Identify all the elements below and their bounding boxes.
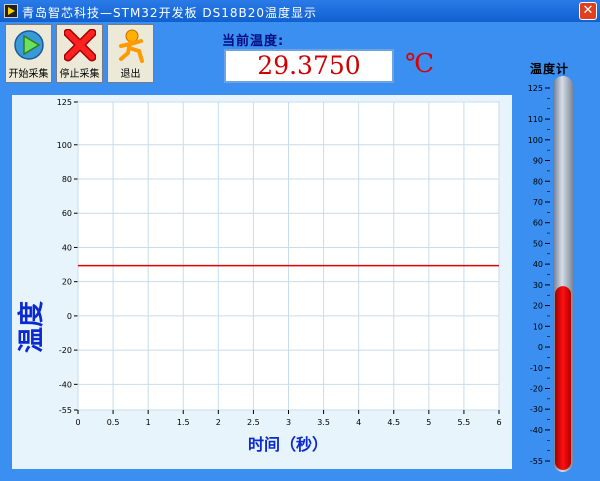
therm-tick-label: 30	[533, 281, 543, 290]
therm-tick-label: 90	[533, 157, 543, 166]
play-icon	[14, 30, 44, 60]
therm-tick-label: -10	[530, 364, 543, 373]
thermometer: 1251101009080706050403020100-10-20-30-40…	[528, 76, 573, 472]
therm-tick-label: -40	[530, 426, 543, 435]
therm-tick-label: 70	[533, 198, 543, 207]
main-window: 青岛智芯科技—STM32开发板 DS18B20温度显示 ✕ 开始采集 停止采集 …	[0, 0, 600, 481]
window-title: 青岛智芯科技—STM32开发板 DS18B20温度显示	[22, 6, 318, 20]
temp-unit: ℃	[405, 49, 435, 79]
y-tick-label: 40	[62, 243, 72, 252]
running-person-icon	[119, 29, 144, 63]
y-tick-label: 60	[62, 209, 72, 218]
exit-label: 退出	[120, 69, 141, 80]
temperature-chart: 温度 时间（秒） 125100806040200-20-40-550 0.5 1 1.…	[16, 98, 502, 454]
therm-tick-label: 10	[533, 322, 543, 331]
y-tick-label: -55	[59, 406, 72, 415]
therm-tick-label: 40	[533, 260, 543, 269]
therm-tick-label: 20	[533, 302, 543, 311]
chart-panel: 温度 时间（秒） 125 100 80 60 40 20 0 -20 -40 -55 0 0.5 1 1.…	[12, 95, 512, 469]
therm-tick-label: -20	[530, 384, 543, 393]
therm-tick-label: 125	[528, 84, 543, 93]
stop-button[interactable]: 停止采集	[56, 24, 103, 83]
thermometer-fill	[555, 286, 571, 470]
stop-label: 停止采集	[59, 69, 100, 80]
therm-tick-label: 60	[533, 219, 543, 228]
x-tick-label: 2.5	[247, 418, 260, 427]
y-axis-label: 温度	[16, 301, 47, 353]
start-label: 开始采集	[8, 69, 49, 80]
x-tick-label: 1.5	[177, 418, 190, 427]
current-temp-value: 29.3750	[224, 49, 394, 83]
therm-tick-label: -55	[530, 457, 543, 466]
start-button[interactable]: 开始采集	[5, 24, 52, 83]
therm-tick-label: -30	[530, 405, 543, 414]
x-axis-label: 时间（秒）	[248, 435, 328, 454]
x-tick-label: 1	[146, 418, 151, 427]
y-tick-label: 80	[62, 175, 72, 184]
x-tick-label: 4.5	[387, 418, 400, 427]
x-tick-label: 2	[216, 418, 221, 427]
close-x-icon	[64, 29, 96, 62]
y-tick-label: -20	[59, 346, 72, 355]
exit-button[interactable]: 退出	[107, 24, 154, 83]
therm-tick-label: 80	[533, 177, 543, 186]
x-tick-label: 5	[426, 418, 431, 427]
y-tick-label: 20	[62, 278, 72, 287]
y-tick-label: 100	[57, 141, 72, 150]
x-tick-label: 4	[356, 418, 361, 427]
therm-tick-label: 50	[533, 239, 543, 248]
app-icon	[4, 4, 18, 18]
current-temp-label: 当前温度:	[222, 34, 285, 49]
x-tick-label: 6	[496, 418, 501, 427]
therm-tick-label: 100	[528, 136, 543, 145]
y-tick-label: -40	[59, 380, 72, 389]
close-button[interactable]: ✕	[579, 2, 597, 20]
x-tick-label: 5.5	[458, 418, 471, 427]
title-bar: 青岛智芯科技—STM32开发板 DS18B20温度显示 ✕	[0, 0, 600, 22]
y-tick-label: 125	[57, 98, 72, 107]
x-tick-label: 3.5	[317, 418, 330, 427]
therm-tick-label: 110	[528, 115, 543, 124]
x-tick-label: 0.5	[107, 418, 120, 427]
thermometer-label: 温度计	[530, 62, 570, 76]
x-tick-label: 0	[75, 418, 80, 427]
x-tick-label: 3	[286, 418, 291, 427]
y-tick-label: 0	[67, 312, 72, 321]
therm-tick-label: 0	[538, 343, 543, 352]
